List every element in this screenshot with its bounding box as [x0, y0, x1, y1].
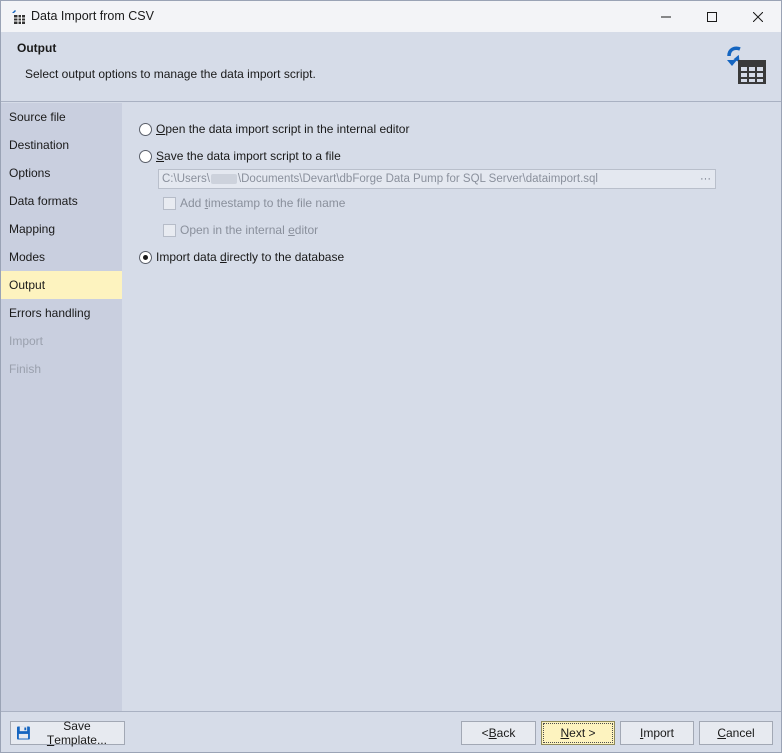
- sidebar-item-output[interactable]: Output: [1, 271, 122, 299]
- table-import-arrow-icon: [727, 46, 766, 84]
- open-internal-after: ditor: [294, 223, 319, 237]
- save-file-radio[interactable]: [139, 149, 152, 163]
- open-editor-label: Open the data import script in the inter…: [156, 122, 409, 136]
- minimize-icon: [661, 16, 671, 17]
- wizard-header: Output Select output options to manage t…: [1, 32, 781, 102]
- sidebar-item-finish: Finish: [9, 362, 42, 376]
- wizard-footer: Save Template... < Back Next > Import Ca…: [1, 711, 781, 752]
- add-timestamp-option: Add timestamp to the file name: [163, 196, 345, 210]
- open-internal-before: Open in the internal: [180, 223, 289, 237]
- floppy-disk-icon: [17, 726, 30, 740]
- table-import-icon: [12, 10, 25, 24]
- redacted-username: [210, 173, 237, 184]
- open-internal-checkbox: [163, 223, 176, 237]
- import-direct-mnemonic: d: [220, 250, 227, 264]
- open-internal-option: Open in the internal editor: [163, 223, 318, 237]
- file-path-input[interactable]: C:\Users\ \Documents\Devart\dbForge Data …: [158, 169, 716, 189]
- page-title: Output: [17, 41, 57, 55]
- save-file-option[interactable]: Save the data import script to a file: [139, 149, 341, 163]
- add-timestamp-label: Add timestamp to the file name: [180, 196, 345, 210]
- open-editor-label-rest: pen the data import script in the intern…: [165, 122, 410, 136]
- wizard-sidebar: Source file Destination Options Data for…: [1, 103, 122, 711]
- sidebar-item-import: Import: [9, 334, 44, 348]
- window-title: Data Import from CSV: [31, 9, 154, 23]
- import-direct-after: irectly to the database: [226, 250, 345, 264]
- minimize-button[interactable]: [643, 1, 689, 32]
- import-button[interactable]: Import: [620, 721, 694, 745]
- sidebar-item-options[interactable]: Options: [1, 159, 122, 187]
- open-editor-radio[interactable]: [139, 122, 152, 136]
- close-button[interactable]: [735, 1, 781, 32]
- add-timestamp-before: Add: [180, 196, 205, 210]
- maximize-button[interactable]: [689, 1, 735, 32]
- cancel-button[interactable]: Cancel: [699, 721, 773, 745]
- save-template-label: Save Template...: [36, 719, 118, 747]
- back-after: ack: [496, 726, 516, 740]
- back-button[interactable]: < Back: [461, 721, 536, 745]
- import-direct-radio[interactable]: [139, 250, 152, 264]
- import-direct-option[interactable]: Import data directly to the database: [139, 250, 344, 264]
- sidebar-item-destination[interactable]: Destination: [1, 131, 122, 159]
- add-timestamp-after: imestamp to the file name: [208, 196, 346, 210]
- back-mnemonic: B: [488, 726, 497, 740]
- save-file-label: Save the data import script to a file: [156, 149, 341, 163]
- sidebar-item-errors-handling[interactable]: Errors handling: [1, 299, 122, 327]
- back-before: <: [481, 726, 489, 740]
- save-file-mnemonic: S: [156, 149, 165, 163]
- save-template-before: Save: [63, 719, 91, 733]
- open-editor-option[interactable]: Open the data import script in the inter…: [139, 122, 409, 136]
- browse-button[interactable]: ···: [700, 170, 711, 188]
- cancel-after: ancel: [725, 726, 755, 740]
- dialog-window: Data Import from CSV Output Select outpu…: [0, 0, 782, 753]
- title-bar[interactable]: Data Import from CSV: [1, 1, 781, 32]
- page-description: Select output options to manage the data…: [25, 67, 316, 81]
- open-internal-mnemonic: e: [288, 223, 295, 237]
- import-direct-label: Import data directly to the database: [156, 250, 344, 264]
- close-icon: [753, 11, 763, 22]
- sidebar-item-mapping[interactable]: Mapping: [1, 215, 122, 243]
- file-path-prefix: C:\Users\: [162, 173, 210, 185]
- maximize-icon: [707, 11, 717, 22]
- save-file-label-rest: ave the data import script to a file: [164, 149, 341, 163]
- next-button[interactable]: Next >: [541, 721, 615, 745]
- save-template-button[interactable]: Save Template...: [10, 719, 125, 747]
- save-template-after: emplate...: [54, 733, 107, 747]
- sidebar-item-data-formats[interactable]: Data formats: [1, 187, 122, 215]
- open-editor-mnemonic: O: [156, 122, 166, 136]
- sidebar-item-modes[interactable]: Modes: [1, 243, 122, 271]
- import-direct-before: Import data: [156, 250, 221, 264]
- cancel-mnemonic: C: [717, 726, 726, 740]
- open-internal-label: Open in the internal editor: [180, 223, 318, 237]
- next-after: ext >: [569, 726, 596, 740]
- add-timestamp-checkbox: [163, 196, 176, 210]
- file-path-suffix: \Documents\Devart\dbForge Data Pump for …: [237, 173, 598, 185]
- next-mnemonic: N: [560, 726, 570, 740]
- output-options-panel: Open the data import script in the inter…: [122, 103, 781, 711]
- import-after: mport: [643, 726, 675, 740]
- sidebar-item-source-file[interactable]: Source file: [1, 103, 122, 131]
